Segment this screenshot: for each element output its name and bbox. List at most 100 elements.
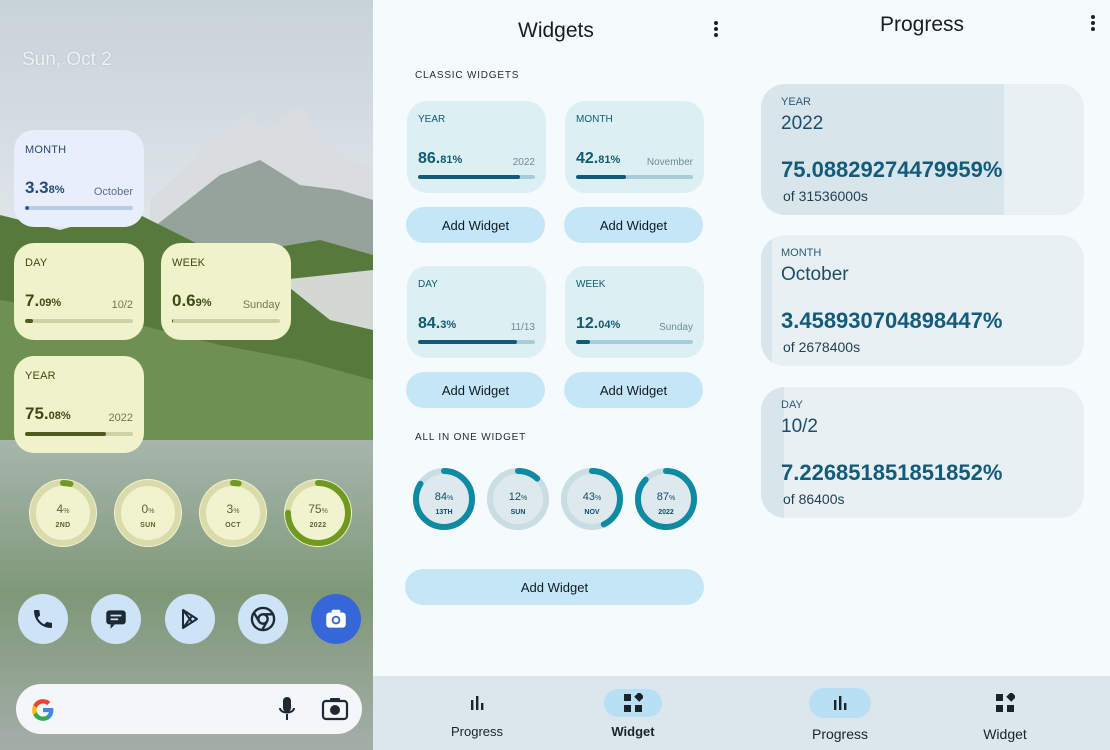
add-week-widget-button[interactable]: Add Widget — [564, 372, 703, 408]
progress-bar — [576, 340, 693, 344]
progress-bar — [418, 175, 535, 179]
widget-sub: Sunday — [659, 322, 693, 333]
widget-sub: 2022 — [108, 412, 133, 424]
add-month-widget-button[interactable]: Add Widget — [564, 207, 703, 243]
home-circle-weekday[interactable]: 0% SUN — [113, 478, 183, 548]
widget-percent: 3.38% — [25, 178, 65, 197]
section-title-all-in-one: ALL IN ONE WIDGET — [415, 432, 527, 443]
widget-percent: 86.81% — [418, 150, 463, 167]
widget-sub: 10/2 — [111, 299, 133, 311]
nav-progress[interactable]: Progress — [422, 676, 532, 750]
nav-pill-active — [604, 689, 662, 717]
classic-week-widget[interactable]: WEEK 12.04% Sunday — [565, 266, 704, 358]
classic-month-widget[interactable]: MONTH 42.81% November — [565, 101, 704, 193]
more-vert-icon[interactable] — [1085, 15, 1101, 35]
widget-sub: Sunday — [242, 299, 280, 311]
google-logo-icon — [32, 699, 54, 721]
home-month-widget[interactable]: MONTH 3.38% October — [14, 130, 144, 227]
progress-fill — [172, 319, 173, 323]
card-label: DAY — [781, 399, 803, 411]
widget-percent: 0.69% — [172, 291, 212, 310]
home-year-widget[interactable]: YEAR 75.08% 2022 — [14, 356, 144, 453]
messages-icon[interactable] — [91, 594, 141, 644]
card-name: 10/2 — [781, 416, 818, 437]
widget-label: DAY — [418, 279, 438, 290]
camera-icon[interactable] — [311, 594, 361, 644]
nav-progress[interactable]: Progress — [785, 676, 895, 750]
add-all-in-one-widget-button[interactable]: Add Widget — [405, 569, 704, 605]
all-in-one-circle-weekday: 12% SUN — [486, 467, 550, 531]
progress-fill — [418, 175, 520, 179]
progress-bar — [25, 432, 133, 436]
progress-card-year[interactable]: YEAR 2022 75.08829274479959% of 31536000… — [761, 84, 1084, 215]
home-week-widget[interactable]: WEEK 0.69% Sunday — [161, 243, 291, 340]
card-total: of 86400s — [783, 491, 845, 507]
widget-sub: 11/13 — [510, 322, 535, 333]
progress-bar — [25, 206, 133, 210]
all-in-one-circle-year: 87% 2022 — [634, 467, 698, 531]
circle-label: 13TH — [435, 509, 453, 516]
card-label: MONTH — [781, 247, 822, 259]
card-percent: 7.226851851851852% — [781, 460, 1003, 485]
progress-screen: Progress YEAR 2022 75.08829274479959% of… — [733, 0, 1110, 750]
google-search-bar[interactable] — [16, 684, 362, 734]
widget-label: WEEK — [172, 257, 206, 269]
circle-label: NOV — [584, 509, 600, 516]
classic-year-widget[interactable]: YEAR 86.81% 2022 — [407, 101, 546, 193]
card-total: of 31536000s — [783, 188, 868, 204]
widget-label: MONTH — [576, 114, 613, 125]
nav-pill-active — [809, 688, 871, 718]
progress-fill — [25, 432, 106, 436]
circle-label: 2ND — [55, 522, 71, 529]
nav-widget[interactable]: Widget — [578, 676, 688, 750]
widgets-icon — [624, 693, 643, 712]
progress-fill — [576, 175, 627, 179]
progress-bar — [25, 319, 133, 323]
chrome-icon[interactable] — [238, 594, 288, 644]
home-date: Sun, Oct 2 — [22, 49, 112, 70]
card-name: 2022 — [781, 113, 824, 134]
add-year-widget-button[interactable]: Add Widget — [406, 207, 545, 243]
progress-bar — [418, 340, 535, 344]
widgets-icon — [996, 693, 1015, 712]
home-circle-year[interactable]: 75% 2022 — [283, 478, 353, 548]
home-circle-month[interactable]: 3% OCT — [198, 478, 268, 548]
progress-fill — [761, 235, 773, 366]
add-day-widget-button[interactable]: Add Widget — [406, 372, 545, 408]
card-percent: 3.458930704898447% — [781, 308, 1003, 333]
progress-fill — [25, 206, 29, 210]
page-title: Widgets — [518, 19, 594, 42]
microphone-icon[interactable] — [277, 696, 297, 722]
widget-percent: 7.09% — [25, 291, 62, 310]
all-in-one-circle-month: 43% NOV — [560, 467, 624, 531]
home-circle-date[interactable]: 4% 2ND — [28, 478, 98, 548]
progress-card-month[interactable]: MONTH October 3.458930704898447% of 2678… — [761, 235, 1084, 366]
progress-fill — [576, 340, 591, 344]
lens-camera-icon[interactable] — [321, 696, 349, 722]
widget-label: MONTH — [25, 144, 67, 156]
classic-day-widget[interactable]: DAY 84.3% 11/13 — [407, 266, 546, 358]
circle-value: 87% — [656, 491, 676, 503]
widget-label: DAY — [25, 257, 48, 269]
circle-value: 12% — [508, 491, 528, 503]
widget-sub: 2022 — [512, 157, 535, 168]
bottom-navigation: Progress Widget — [373, 676, 733, 750]
circle-label: 2022 — [309, 522, 327, 529]
play-store-icon[interactable] — [165, 594, 215, 644]
nav-label: Widget — [983, 726, 1027, 742]
circle-value: 75% — [308, 502, 328, 516]
home-day-widget[interactable]: DAY 7.09% 10/2 — [14, 243, 144, 340]
progress-fill — [25, 319, 33, 323]
progress-fill — [418, 340, 517, 344]
circle-value: 4% — [56, 502, 70, 516]
circle-value: 43% — [582, 491, 602, 503]
circle-label: OCT — [225, 522, 241, 529]
circle-value: 84% — [434, 491, 454, 503]
progress-card-day[interactable]: DAY 10/2 7.226851851851852% of 86400s — [761, 387, 1084, 518]
nav-label: Progress — [450, 724, 504, 739]
widget-percent: 12.04% — [576, 315, 621, 332]
circle-value: 0% — [141, 502, 155, 516]
more-vert-icon[interactable] — [708, 21, 724, 41]
phone-icon[interactable] — [18, 594, 68, 644]
nav-widget[interactable]: Widget — [950, 676, 1060, 750]
